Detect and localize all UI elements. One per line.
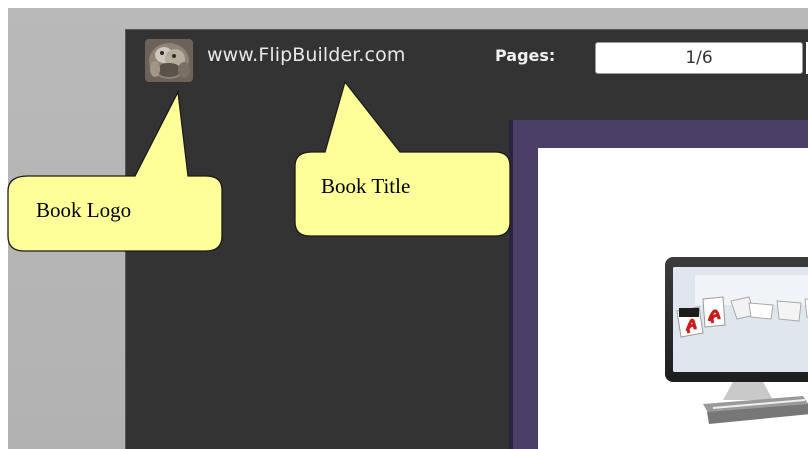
pages-label: Pages: <box>495 46 556 65</box>
imac-monitor-icon <box>665 257 808 382</box>
page-number-input[interactable]: 1/6 <box>595 42 803 74</box>
book-stack-icon <box>693 382 808 424</box>
logo-callout-label: Book Logo <box>36 198 132 222</box>
book-frame <box>509 120 808 449</box>
book-title: www.FlipBuilder.com <box>207 44 406 66</box>
title-callout-label: Book Title <box>321 174 411 198</box>
top-toolbar: www.FlipBuilder.com Pages: 1/6 <box>126 30 808 92</box>
monitor-screen <box>673 267 808 372</box>
book-page[interactable] <box>538 148 808 449</box>
book-logo-icon[interactable] <box>145 39 193 82</box>
flipbook-viewer-window: www.FlipBuilder.com Pages: 1/6 <box>125 29 808 449</box>
